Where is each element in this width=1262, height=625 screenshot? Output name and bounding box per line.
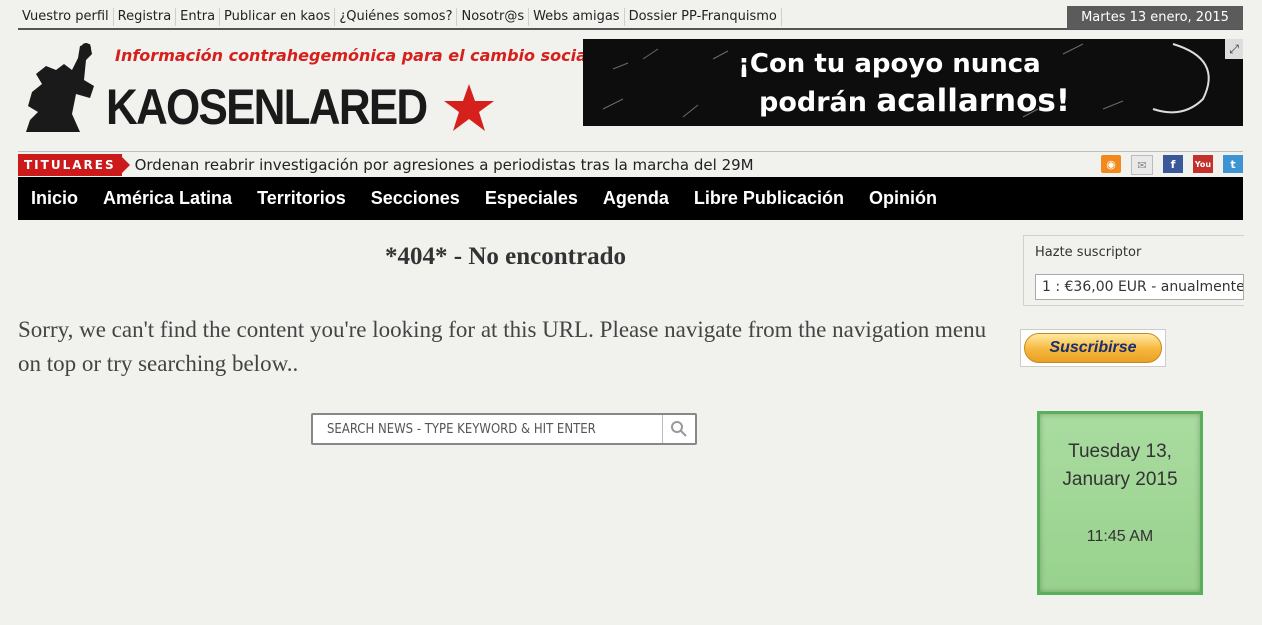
logo-wordmark: KAOSENLARED <box>106 79 428 135</box>
nav-especiales[interactable]: Especiales <box>485 188 578 209</box>
top-link-us[interactable]: Nosotr@s <box>457 8 530 26</box>
top-link-register[interactable]: Registra <box>114 8 177 26</box>
headline-ticker: TITULARES Ordenan reabrir investigación … <box>18 152 1243 177</box>
subscribe-button-frame: Suscribirse <box>1020 329 1166 367</box>
banner-line2-b: acallarnos! <box>876 83 1071 119</box>
search-button[interactable] <box>662 415 695 443</box>
clock-widget: Tuesday 13, January 2015 11:45 AM <box>1037 411 1203 595</box>
top-link-login[interactable]: Entra <box>176 8 221 26</box>
main-nav: Inicio América Latina Territorios Seccio… <box>18 177 1243 220</box>
banner-line2-a: podrán <box>759 87 877 118</box>
nav-america-latina[interactable]: América Latina <box>103 188 232 209</box>
nav-secciones[interactable]: Secciones <box>371 188 460 209</box>
facebook-icon[interactable]: f <box>1163 155 1183 173</box>
youtube-icon[interactable]: You <box>1193 155 1213 173</box>
banner-line2: podrán acallarnos! <box>759 83 1070 119</box>
nav-territorios[interactable]: Territorios <box>257 188 346 209</box>
nav-agenda[interactable]: Agenda <box>603 188 669 209</box>
clock-date-line1: Tuesday 13, <box>1068 441 1172 462</box>
nav-opinion[interactable]: Opinión <box>869 188 937 209</box>
top-link-profile[interactable]: Vuestro perfil <box>18 8 114 26</box>
mail-icon[interactable]: ✉ <box>1131 155 1153 175</box>
red-star-icon <box>444 84 494 131</box>
nav-inicio[interactable]: Inicio <box>31 188 78 209</box>
top-link-friend-sites[interactable]: Webs amigas <box>529 8 625 26</box>
top-divider <box>18 28 1243 30</box>
not-found-message: Sorry, we can't find the content you're … <box>18 317 987 376</box>
social-icons: ◉ ✉ f You t <box>1101 155 1243 175</box>
twitter-icon[interactable]: t <box>1223 155 1243 173</box>
nav-libre-publicacion[interactable]: Libre Publicación <box>694 188 844 209</box>
clock-time: 11:45 AM <box>1086 528 1154 545</box>
site-logo[interactable]: Información contrahegemónica para el cam… <box>20 38 592 138</box>
header-date: Martes 13 enero, 2015 <box>1067 6 1243 29</box>
search-input[interactable] <box>313 415 662 443</box>
subscribe-select[interactable]: 1 : €36,00 EUR - anualmente <box>1035 274 1244 300</box>
rss-icon[interactable]: ◉ <box>1101 155 1121 173</box>
logo-tagline: Información contrahegemónica para el cam… <box>115 46 593 65</box>
clock-date: Tuesday 13, January 2015 <box>1040 438 1200 494</box>
top-link-about[interactable]: ¿Quiénes somos? <box>335 8 458 26</box>
subscribe-widget: Hazte suscriptor 1 : €36,00 EUR - anualm… <box>1023 235 1244 306</box>
ticker-headline[interactable]: Ordenan reabrir investigación por agresi… <box>135 156 754 174</box>
subscribe-label: Hazte suscriptor <box>1035 245 1142 260</box>
banner-line1: ¡Con tu apoyo nunca <box>738 49 1041 79</box>
search-box <box>311 413 697 445</box>
top-links-bar: Vuestro perfil Registra Entra Publicar e… <box>18 6 782 28</box>
clock-date-line2: January 2015 <box>1062 469 1178 490</box>
logo-figure-icon <box>26 43 94 132</box>
top-link-dossier[interactable]: Dossier PP-Franquismo <box>625 8 782 26</box>
page-title: *404* - No encontrado <box>385 243 626 270</box>
subscribe-button[interactable]: Suscribirse <box>1024 333 1162 363</box>
ticker-label: TITULARES <box>18 153 130 176</box>
expand-icon[interactable]: ⤢ <box>1225 39 1243 59</box>
support-banner[interactable]: ¡Con tu apoyo nunca podrán acallarnos! ⤢ <box>583 39 1243 126</box>
top-link-publish[interactable]: Publicar en kaos <box>220 8 336 26</box>
search-icon <box>671 421 687 437</box>
